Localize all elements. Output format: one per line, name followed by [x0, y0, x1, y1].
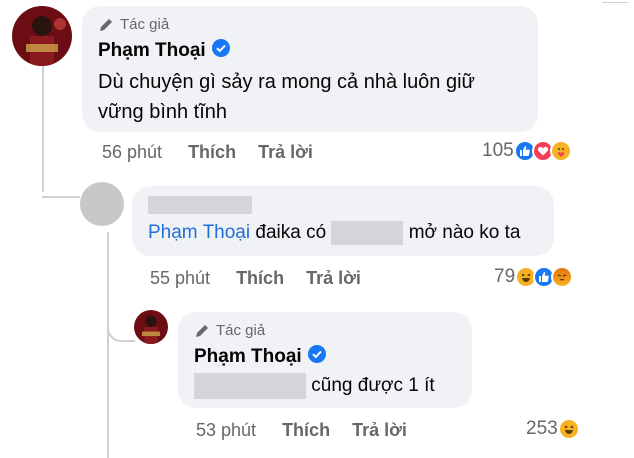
avatar[interactable] [80, 182, 124, 226]
thread-line-main [42, 66, 44, 192]
angry-icon [551, 266, 574, 288]
haha-icon [557, 418, 580, 440]
avatar[interactable] [134, 310, 168, 344]
thread-corner-reply [107, 318, 135, 342]
blurred-text [331, 221, 404, 246]
verified-icon [211, 39, 230, 63]
pen-icon [196, 324, 208, 337]
reaction-summary[interactable]: 253 [526, 418, 580, 440]
commenter-name[interactable]: Phạm Thoại [98, 40, 206, 62]
comment-actions: 53 phút Thích Trả lời [196, 420, 429, 441]
comment-text: Phạm Thoại đaika có mở nào ko ta [148, 221, 521, 246]
verified-icon [307, 345, 326, 369]
reply-button[interactable]: Trả lời [258, 142, 313, 163]
reaction-summary[interactable]: 79 [494, 266, 574, 288]
timestamp[interactable]: 53 phút [196, 420, 256, 441]
timestamp[interactable]: 56 phút [102, 142, 162, 163]
reaction-count: 79 [494, 266, 516, 287]
divider [602, 2, 628, 3]
like-button[interactable]: Thích [188, 142, 236, 163]
thread-line-reply [107, 232, 109, 458]
comment-text: Dù chuyện gì sảy ra mong cả nhà luôn giữ… [98, 71, 475, 123]
hidden-name [148, 196, 252, 214]
like-button[interactable]: Thích [236, 268, 284, 289]
reaction-count: 105 [482, 140, 514, 161]
reply-button[interactable]: Trả lời [352, 420, 407, 441]
pen-icon [100, 18, 112, 31]
comment-bubble: Tác giả Phạm Thoại Dù chuyện gì sảy ra m… [82, 6, 538, 132]
author-badge-label: Tác giả [120, 16, 170, 33]
thread-line-branch [42, 196, 80, 198]
reaction-count: 253 [526, 418, 558, 439]
comment-actions: 55 phút Thích Trả lời [150, 268, 383, 289]
mention-link[interactable]: Phạm Thoại [148, 222, 250, 243]
commenter-name[interactable]: Phạm Thoại [194, 346, 302, 368]
avatar[interactable] [12, 6, 72, 66]
comment-bubble: Tác giả Phạm Thoại cũng được 1 ít [178, 312, 472, 408]
reply-button[interactable]: Trả lời [306, 268, 361, 289]
reaction-summary[interactable]: 105 [482, 140, 572, 162]
like-button[interactable]: Thích [282, 420, 330, 441]
timestamp[interactable]: 55 phút [150, 268, 210, 289]
comment-actions: 56 phút Thích Trả lời [102, 142, 335, 163]
author-badge: Tác giả [98, 16, 522, 33]
comment-text: cũng được 1 ít [194, 371, 456, 401]
author-badge: Tác giả [194, 322, 456, 339]
author-badge-label: Tác giả [216, 322, 266, 339]
comment-bubble: Phạm Thoại đaika có mở nào ko ta [132, 186, 554, 256]
care-icon [549, 140, 572, 162]
blurred-text [194, 372, 306, 399]
